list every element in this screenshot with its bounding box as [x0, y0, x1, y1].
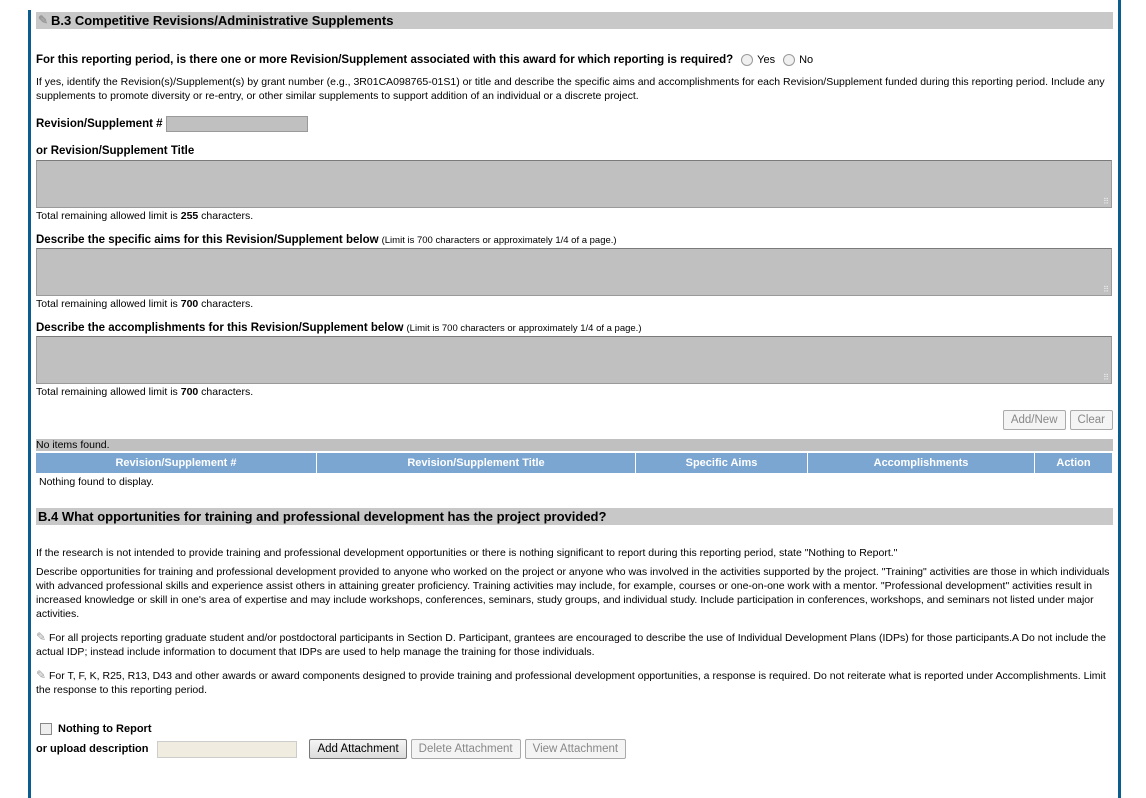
- aims-textarea[interactable]: ⠿: [36, 248, 1112, 296]
- col-accomplishments[interactable]: Accomplishments: [807, 451, 1035, 473]
- resize-grip-icon[interactable]: ⠿: [1103, 285, 1109, 294]
- right-border: [1118, 0, 1121, 798]
- delete-attachment-button[interactable]: Delete Attachment: [410, 739, 521, 759]
- title-remaining: Total remaining allowed limit is 255 cha…: [36, 210, 1113, 222]
- b4-p1: If the research is not intended to provi…: [36, 547, 898, 559]
- remaining-suffix: characters.: [198, 298, 254, 310]
- upload-description-input[interactable]: [157, 740, 298, 758]
- section-b4-title: B.4 What opportunities for training and …: [38, 509, 607, 524]
- resize-grip-icon[interactable]: ⠿: [1103, 373, 1109, 382]
- supp-title-textarea[interactable]: ⠿: [36, 160, 1112, 208]
- clear-button[interactable]: Clear: [1069, 410, 1113, 430]
- remaining-count: 700: [180, 298, 199, 310]
- supp-number-label: Revision/Supplement #: [36, 118, 163, 130]
- col-supp-number[interactable]: Revision/Supplement #: [36, 451, 317, 473]
- accomp-label: Describe the accomplishments for this Re…: [36, 322, 404, 334]
- remaining-count: 255: [180, 210, 199, 222]
- remaining-count: 700: [180, 386, 199, 398]
- remaining-prefix: Total remaining allowed limit is: [36, 298, 181, 310]
- supp-title-label: or Revision/Supplement Title: [36, 145, 195, 157]
- radio-no-label: No: [799, 54, 814, 66]
- b4-p2: Describe opportunities for training and …: [36, 566, 1110, 620]
- left-border: [28, 10, 31, 798]
- nothing-to-report-checkbox[interactable]: [40, 723, 52, 735]
- resize-grip-icon[interactable]: ⠿: [1103, 197, 1109, 206]
- upload-label: or upload description: [36, 743, 149, 755]
- accomp-label-row: Describe the accomplishments for this Re…: [36, 322, 1113, 334]
- remaining-suffix: characters.: [198, 210, 254, 222]
- radio-no[interactable]: [783, 54, 796, 66]
- col-action: Action: [1034, 451, 1113, 473]
- no-items-banner: No items found.: [36, 439, 1113, 451]
- radio-yes-label: Yes: [757, 54, 776, 66]
- section-b3-title: B.3 Competitive Revisions/Administrative…: [51, 13, 394, 28]
- section-b4-header: B.4 What opportunities for training and …: [36, 508, 1113, 525]
- nothing-to-report-row: Nothing to Report: [36, 723, 1113, 735]
- add-new-button[interactable]: Add/New: [1002, 410, 1066, 430]
- aims-remaining: Total remaining allowed limit is 700 cha…: [36, 298, 1113, 310]
- aims-note: (Limit is 700 characters or approximatel…: [381, 235, 617, 246]
- table-header-row: Revision/Supplement # Revision/Supplemen…: [36, 451, 1113, 473]
- supp-number-row: Revision/Supplement #: [36, 116, 1113, 132]
- section-b3-header: ✎ B.3 Competitive Revisions/Administrati…: [36, 12, 1113, 29]
- b4-p3-text: For all projects reporting graduate stud…: [36, 632, 1107, 658]
- empty-table-message: Nothing found to display.: [39, 476, 154, 488]
- accomp-note: (Limit is 700 characters or approximatel…: [406, 323, 642, 334]
- remaining-prefix: Total remaining allowed limit is: [36, 210, 181, 222]
- remaining-prefix: Total remaining allowed limit is: [36, 386, 181, 398]
- supp-number-input[interactable]: [165, 116, 308, 132]
- radio-yes[interactable]: [741, 54, 754, 66]
- edit-pencil-icon: ✎: [36, 668, 47, 682]
- b4-p4-text: For T, F, K, R25, R13, D43 and other awa…: [36, 670, 1106, 696]
- nothing-to-report-label: Nothing to Report: [58, 723, 152, 735]
- accomp-remaining: Total remaining allowed limit is 700 cha…: [36, 386, 1113, 398]
- col-specific-aims[interactable]: Specific Aims: [635, 451, 808, 473]
- aims-label: Describe the specific aims for this Revi…: [36, 234, 379, 246]
- accomp-textarea[interactable]: ⠿: [36, 336, 1112, 384]
- upload-row: or upload description Add Attachment Del…: [36, 739, 1113, 759]
- view-attachment-button[interactable]: View Attachment: [524, 739, 627, 759]
- remaining-suffix: characters.: [198, 386, 254, 398]
- form-content: ✎ B.3 Competitive Revisions/Administrati…: [36, 12, 1113, 759]
- col-supp-title[interactable]: Revision/Supplement Title: [316, 451, 636, 473]
- b4-p4: ✎ For T, F, K, R25, R13, D43 and other aw…: [36, 669, 1113, 697]
- supplements-table: Revision/Supplement # Revision/Supplemen…: [36, 451, 1113, 473]
- b4-p3: ✎ For all projects reporting graduate stu…: [36, 631, 1113, 659]
- b3-button-row: Add/New Clear: [36, 410, 1113, 430]
- b3-instructions: If yes, identify the Revision(s)/Supplem…: [36, 76, 1105, 102]
- question-text: For this reporting period, is there one …: [36, 54, 734, 66]
- revision-question: For this reporting period, is there one …: [36, 54, 1113, 66]
- edit-pencil-icon: ✎: [36, 630, 47, 644]
- edit-pencil-icon: ✎: [38, 13, 49, 27]
- add-attachment-button[interactable]: Add Attachment: [309, 739, 407, 759]
- aims-label-row: Describe the specific aims for this Revi…: [36, 234, 1113, 246]
